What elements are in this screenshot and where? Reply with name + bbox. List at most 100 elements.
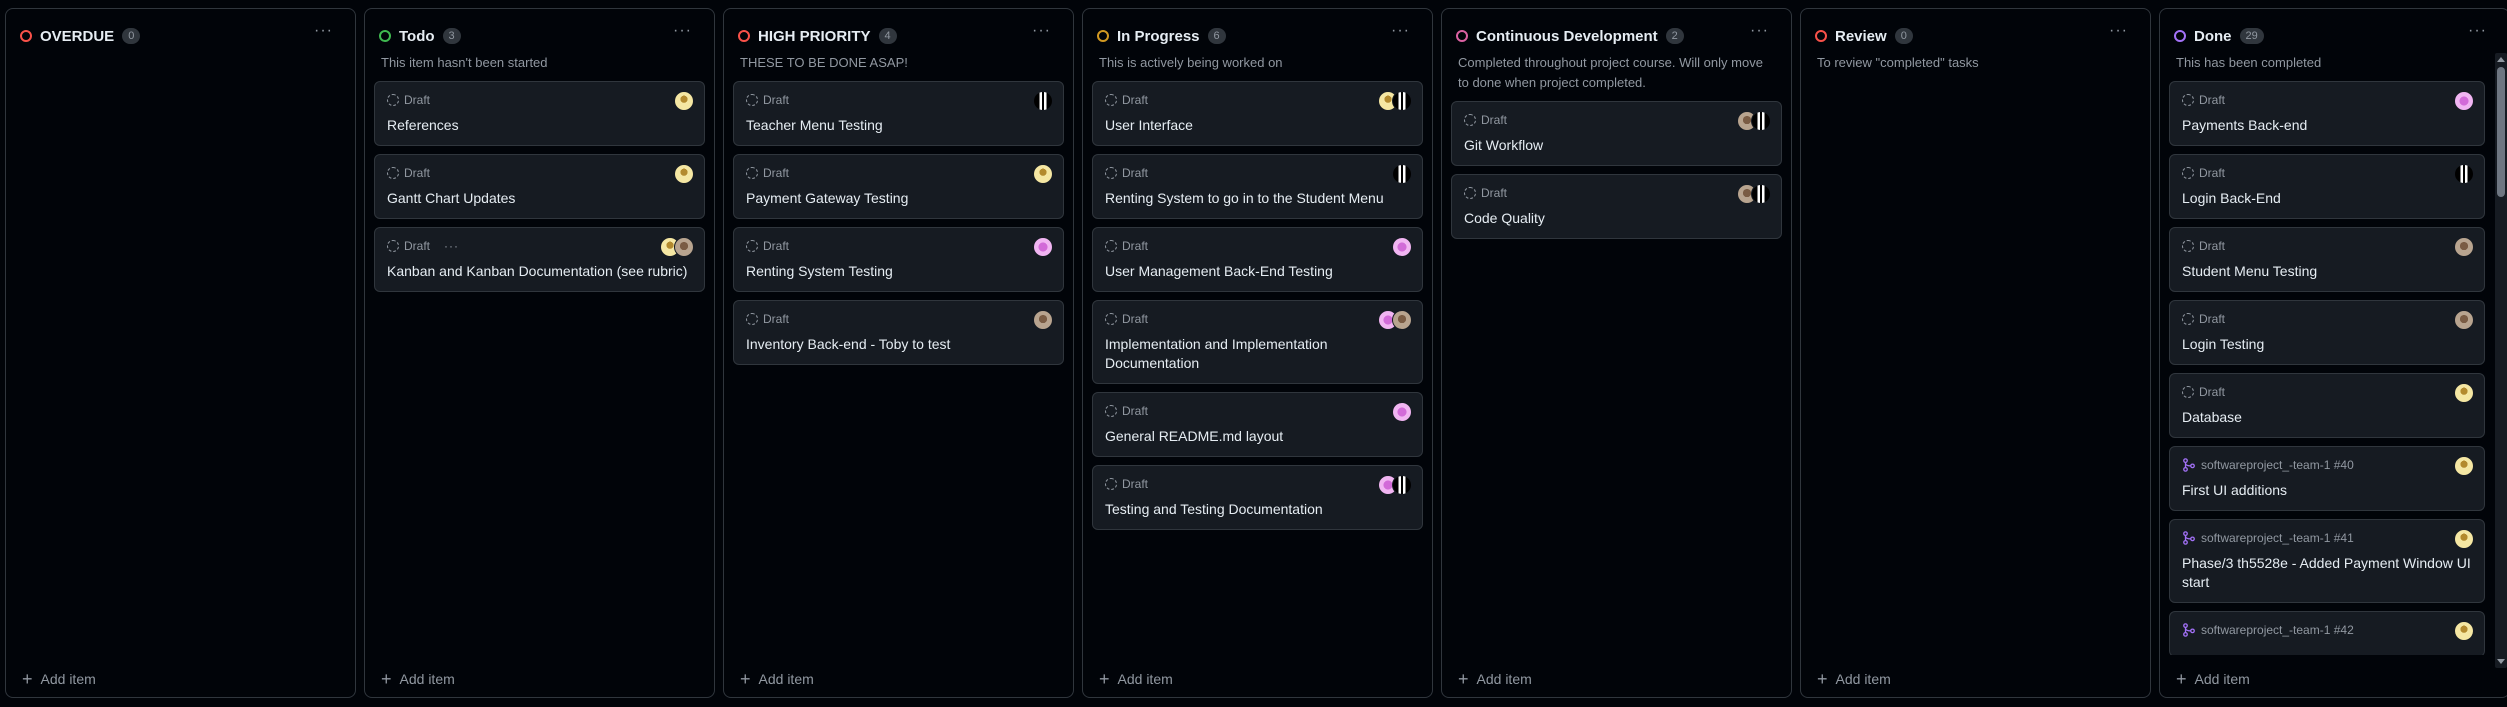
assignee-avatars[interactable] [2454,383,2474,403]
assignee-avatars[interactable] [2454,310,2474,330]
assignee-avatars[interactable] [1033,164,1053,184]
item-card[interactable]: softwareproject_-team-1 #41 Phase/3 th552… [2169,519,2485,603]
avatar[interactable] [2454,91,2474,111]
assignee-avatars[interactable] [2454,164,2474,184]
avatar[interactable] [674,164,694,184]
card-title[interactable]: Teacher Menu Testing [746,116,1051,135]
item-card[interactable]: Draft User Management Back-End Testing [1092,227,1423,292]
card-title[interactable]: Implementation and Implementation Docume… [1105,335,1410,373]
card-repo-ref[interactable]: softwareproject_-team-1 #41 [2201,531,2354,545]
avatar[interactable] [2454,310,2474,330]
card-title[interactable]: Login Testing [2182,335,2472,354]
item-card[interactable]: Draft Renting System Testing [733,227,1064,292]
avatar[interactable] [2454,164,2474,184]
assignee-avatars[interactable] [1378,91,1412,111]
assignee-avatars[interactable] [1392,237,1412,257]
assignee-avatars[interactable] [1392,402,1412,422]
card-title[interactable]: General README.md layout [1105,427,1410,446]
item-card[interactable]: softwareproject_-team-1 #40 First UI addi… [2169,446,2485,511]
assignee-avatars[interactable] [1033,310,1053,330]
column-menu-icon[interactable]: ··· [1032,22,1051,40]
item-card[interactable]: Draft Git Workflow [1451,101,1782,166]
add-item-button[interactable]: + Add item [1458,670,1532,688]
card-title[interactable]: Payments Back-end [2182,116,2472,135]
card-title[interactable]: User Management Back-End Testing [1105,262,1410,281]
item-card[interactable]: Draft Renting System to go in to the Stud… [1092,154,1423,219]
card-title[interactable]: Student Menu Testing [2182,262,2472,281]
item-card[interactable]: Draft Student Menu Testing [2169,227,2485,292]
scroll-thumb[interactable] [2497,67,2505,197]
assignee-avatars[interactable] [2454,621,2474,641]
assignee-avatars[interactable] [2454,456,2474,476]
avatar[interactable] [1392,164,1412,184]
assignee-avatars[interactable] [1737,111,1771,131]
card-title[interactable]: Kanban and Kanban Documentation (see rub… [387,262,692,281]
scroll-up-arrow-icon[interactable] [2497,57,2505,62]
card-title[interactable]: Database [2182,408,2472,427]
assignee-avatars[interactable] [1033,237,1053,257]
avatar[interactable] [674,91,694,111]
item-card[interactable]: Draft Payment Gateway Testing [733,154,1064,219]
card-title[interactable]: Git Workflow [1464,136,1769,155]
item-card[interactable]: Draft Teacher Menu Testing [733,81,1064,146]
avatar[interactable] [1392,310,1412,330]
column-menu-icon[interactable]: ··· [2109,22,2128,40]
avatar[interactable] [1033,310,1053,330]
card-title[interactable]: First UI additions [2182,481,2472,500]
avatar[interactable] [2454,456,2474,476]
assignee-avatars[interactable] [1737,184,1771,204]
scroll-down-arrow-icon[interactable] [2497,659,2505,664]
avatar[interactable] [2454,621,2474,641]
avatar[interactable] [1751,111,1771,131]
card-title[interactable]: Renting System to go in to the Student M… [1105,189,1410,208]
assignee-avatars[interactable] [1392,164,1412,184]
card-title[interactable]: Renting System Testing [746,262,1051,281]
column-menu-icon[interactable]: ··· [1750,22,1769,40]
assignee-avatars[interactable] [660,237,694,257]
item-card[interactable]: Draft ··· Kanban and Kanban Documentation … [374,227,705,292]
card-title[interactable]: Gantt Chart Updates [387,189,692,208]
card-title[interactable]: Code Quality [1464,209,1769,228]
add-item-button[interactable]: + Add item [1817,670,1891,688]
column-menu-icon[interactable]: ··· [314,22,333,40]
item-card[interactable]: Draft Database [2169,373,2485,438]
item-card[interactable]: Draft Payments Back-end [2169,81,2485,146]
card-title[interactable]: Payment Gateway Testing [746,189,1051,208]
assignee-avatars[interactable] [2454,529,2474,549]
item-card[interactable]: Draft User Interface [1092,81,1423,146]
item-card[interactable]: Draft Inventory Back-end - Toby to test [733,300,1064,365]
card-title[interactable]: User Interface [1105,116,1410,135]
add-item-button[interactable]: + Add item [2176,670,2250,688]
card-title[interactable]: Phase/3 th5528e - Added Payment Window U… [2182,554,2472,592]
add-item-button[interactable]: + Add item [1099,670,1173,688]
column-scrollbar[interactable] [2495,53,2507,668]
add-item-button[interactable]: + Add item [740,670,814,688]
card-repo-ref[interactable]: softwareproject_-team-1 #40 [2201,458,2354,472]
assignee-avatars[interactable] [674,164,694,184]
assignee-avatars[interactable] [1378,310,1412,330]
assignee-avatars[interactable] [674,91,694,111]
item-card[interactable]: Draft Login Back-End [2169,154,2485,219]
assignee-avatars[interactable] [1378,475,1412,495]
assignee-avatars[interactable] [1033,91,1053,111]
avatar[interactable] [1033,237,1053,257]
item-card[interactable]: Draft Code Quality [1451,174,1782,239]
assignee-avatars[interactable] [2454,237,2474,257]
item-card[interactable]: Draft Implementation and Implementation D… [1092,300,1423,384]
avatar[interactable] [1392,475,1412,495]
add-item-button[interactable]: + Add item [381,670,455,688]
column-menu-icon[interactable]: ··· [1391,22,1410,40]
avatar[interactable] [674,237,694,257]
add-item-button[interactable]: + Add item [22,670,96,688]
column-menu-icon[interactable]: ··· [673,22,692,40]
item-card[interactable]: Draft References [374,81,705,146]
assignee-avatars[interactable] [2454,91,2474,111]
item-card[interactable]: Draft General README.md layout [1092,392,1423,457]
avatar[interactable] [1033,164,1053,184]
avatar[interactable] [2454,237,2474,257]
card-title[interactable]: Inventory Back-end - Toby to test [746,335,1051,354]
column-menu-icon[interactable]: ··· [2468,22,2487,40]
avatar[interactable] [1392,402,1412,422]
avatar[interactable] [2454,383,2474,403]
avatar[interactable] [1392,237,1412,257]
